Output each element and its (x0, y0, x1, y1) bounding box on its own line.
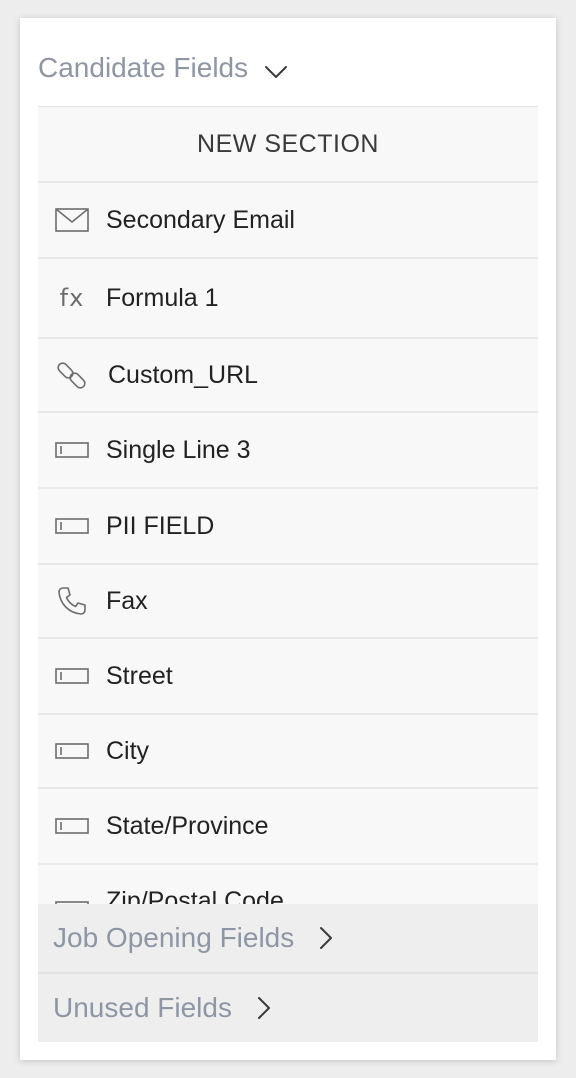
field-item-formula-1[interactable]: fx Formula 1 (38, 259, 538, 339)
single-line-icon (54, 733, 90, 769)
candidate-fields-header[interactable]: Candidate Fields (38, 50, 538, 106)
field-list[interactable]: NEW SECTION Secondary Email fx Formula 1 (38, 106, 538, 905)
field-item-street[interactable]: Street (38, 639, 538, 715)
formula-icon: fx (59, 284, 85, 312)
field-item-custom-url[interactable]: Custom_URL (38, 339, 538, 413)
link-icon (54, 357, 90, 393)
new-section-item[interactable]: NEW SECTION (38, 107, 538, 183)
field-item-zip-postal-code[interactable]: Zip/Postal Code (38, 865, 538, 905)
chevron-right-icon (257, 997, 270, 1019)
section-title: Candidate Fields (38, 52, 249, 83)
field-palette-panel: Candidate Fields NEW SECTION Secondary E… (20, 18, 556, 1060)
single-line-icon (54, 658, 90, 694)
section-title: Unused Fields (53, 992, 232, 1023)
field-item-city[interactable]: City (38, 715, 538, 789)
email-icon (54, 202, 90, 238)
single-line-icon (54, 508, 90, 544)
new-section-label: NEW SECTION (197, 129, 379, 158)
field-label: Formula 1 (106, 283, 219, 312)
field-item-state-province[interactable]: State/Province (38, 789, 538, 865)
job-opening-fields-header[interactable]: Job Opening Fields (38, 904, 538, 974)
single-line-icon (54, 808, 90, 844)
section-title: Job Opening Fields (53, 922, 295, 953)
chevron-down-icon (265, 66, 288, 78)
field-label: Fax (106, 586, 148, 615)
unused-fields-header[interactable]: Unused Fields (38, 974, 538, 1042)
field-label: Single Line 3 (106, 435, 251, 464)
field-item-fax[interactable]: Fax (38, 565, 538, 639)
field-label: Secondary Email (106, 205, 295, 234)
chevron-right-icon (320, 927, 333, 949)
field-label: Zip/Postal Code (106, 887, 284, 905)
field-label: Custom_URL (108, 360, 259, 389)
single-line-icon (54, 432, 90, 468)
field-label: PII FIELD (106, 511, 215, 540)
field-label: City (106, 736, 150, 765)
field-label: Street (106, 661, 173, 690)
phone-icon (54, 583, 90, 619)
field-item-pii-field[interactable]: PII FIELD (38, 489, 538, 565)
field-label: State/Province (106, 811, 269, 840)
field-item-single-line-3[interactable]: Single Line 3 (38, 413, 538, 489)
single-line-icon (54, 891, 90, 905)
field-item-secondary-email[interactable]: Secondary Email (38, 183, 538, 259)
